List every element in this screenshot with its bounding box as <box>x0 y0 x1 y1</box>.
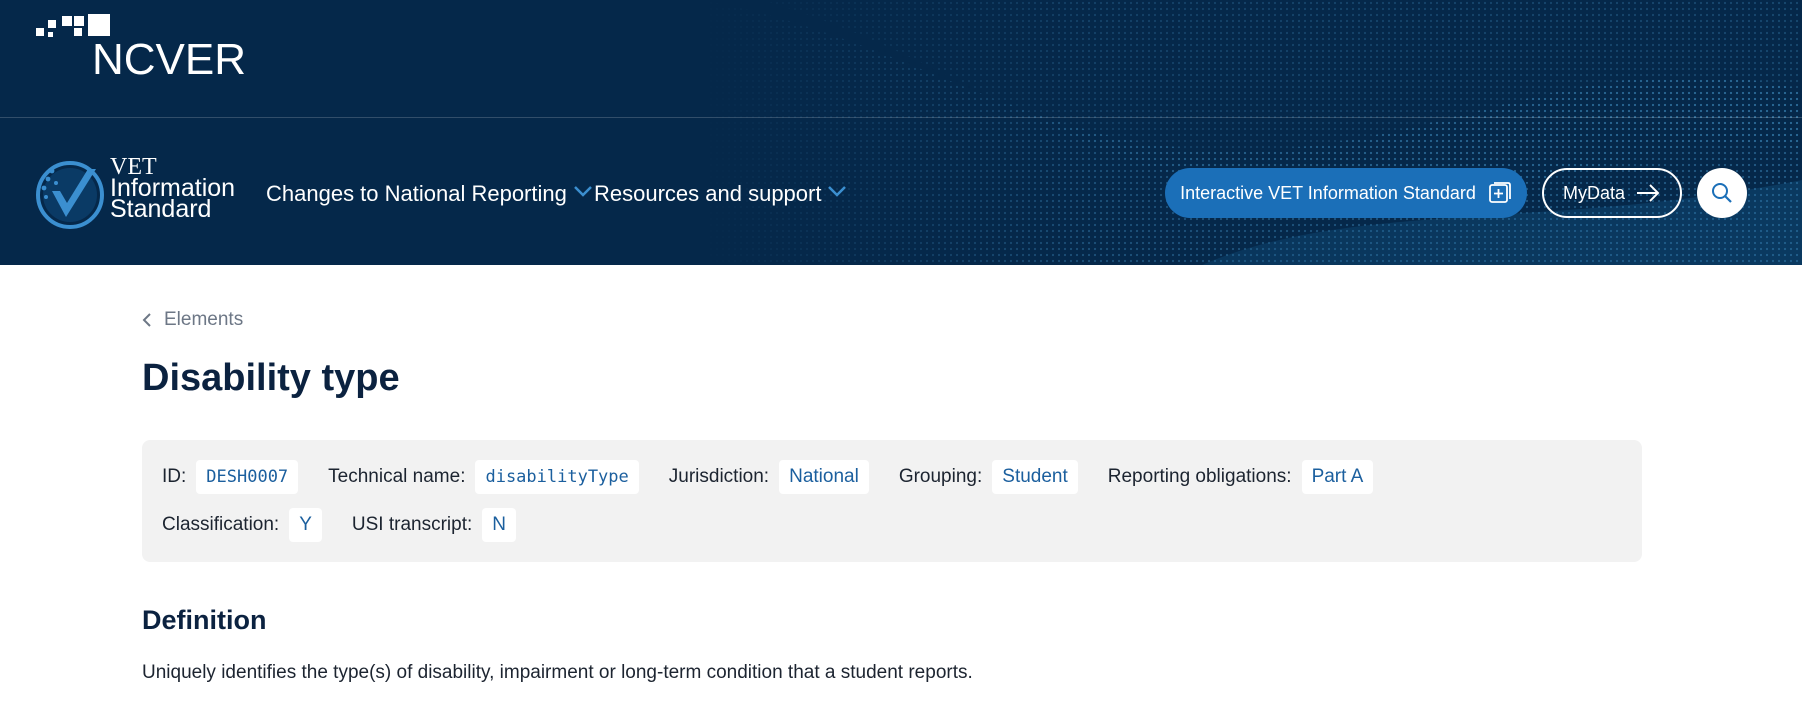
nav-changes-to-national-reporting[interactable]: Changes to National Reporting <box>266 181 593 207</box>
meta-grouping: Grouping: Student <box>899 460 1078 494</box>
meta-reporting-obligations: Reporting obligations: Part A <box>1108 460 1374 494</box>
nav-label: Changes to National Reporting <box>266 181 567 206</box>
chevron-down-icon <box>828 186 847 197</box>
definition-text: Uniquely identifies the type(s) of disab… <box>142 662 973 683</box>
site-header: NCVER VET Information Standard Changes t… <box>0 0 1802 265</box>
header-topbar: NCVER <box>0 0 1802 118</box>
nav-label: Resources and support <box>594 181 822 206</box>
meta-value: Y <box>289 508 322 542</box>
meta-jurisdiction: Jurisdiction: National <box>669 460 869 494</box>
button-label: Interactive VET Information Standard <box>1180 182 1476 203</box>
meta-value: National <box>779 460 869 494</box>
meta-value: disabilityType <box>475 460 639 494</box>
meta-label: Jurisdiction: <box>668 466 770 487</box>
search-icon <box>1712 183 1732 203</box>
interactive-vet-standard-button[interactable]: Interactive VET Information Standard <box>1165 168 1527 218</box>
meta-label: ID: <box>162 466 187 487</box>
meta-label: USI transcript: <box>351 514 473 535</box>
vet-standard-logo-text: VET Information Standard <box>110 155 235 223</box>
chevron-left-icon <box>142 313 151 327</box>
main-navbar: VET Information Standard Changes to Nati… <box>0 119 1802 265</box>
meta-usi-transcript: USI transcript: N <box>351 508 517 542</box>
meta-label: Grouping: <box>898 466 983 487</box>
meta-value: Part A <box>1301 460 1374 494</box>
search-button[interactable] <box>1697 168 1747 218</box>
definition-heading: Definition <box>142 605 267 635</box>
meta-label: Reporting obligations: <box>1107 466 1292 487</box>
meta-label: Classification: <box>162 514 280 535</box>
chevron-down-icon <box>573 186 592 197</box>
meta-id: ID: DESH0007 <box>162 460 299 494</box>
element-metadata-box: ID: DESH0007 Technical name: disabilityT… <box>142 440 1642 562</box>
logo-line-standard: Standard <box>110 195 212 223</box>
meta-technical-name: Technical name: disabilityType <box>328 460 639 494</box>
breadcrumb-label: Elements <box>164 309 244 330</box>
nav-resources-and-support[interactable]: Resources and support <box>594 181 847 207</box>
metadata-row: ID: DESH0007 Technical name: disabilityT… <box>162 460 1622 494</box>
meta-value: DESH0007 <box>196 460 299 494</box>
meta-label: Technical name: <box>328 466 466 487</box>
button-label: MyData <box>1562 182 1625 203</box>
ncver-logo-text: NCVER <box>92 35 247 84</box>
meta-value: N <box>482 508 517 542</box>
breadcrumb-elements[interactable]: Elements <box>142 309 243 331</box>
meta-classification: Classification: Y <box>162 508 322 542</box>
add-window-icon <box>1489 182 1511 203</box>
arrow-right-icon <box>1637 184 1660 202</box>
metadata-row: Classification: Y USI transcript: N <box>162 508 1622 542</box>
mydata-button[interactable]: MyData <box>1542 168 1682 218</box>
page-title: Disability type <box>142 357 400 399</box>
meta-value: Student <box>992 460 1078 494</box>
